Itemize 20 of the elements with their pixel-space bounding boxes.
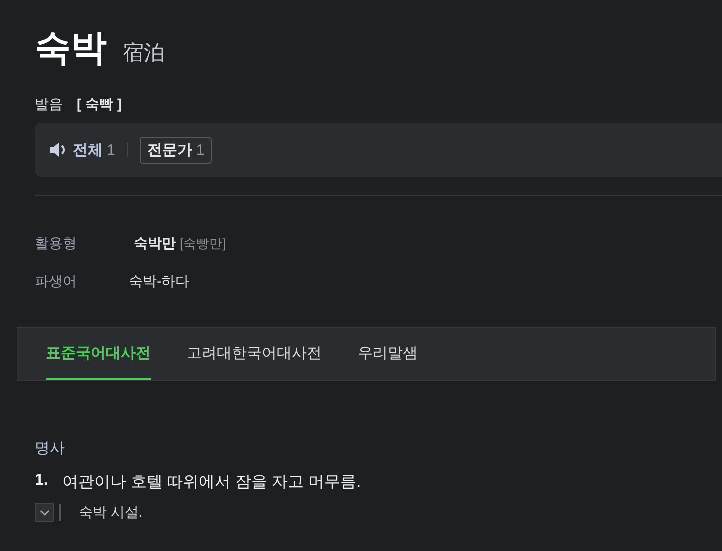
- sense-number: 1.: [35, 472, 48, 491]
- play-all-button[interactable]: 전체 1: [49, 140, 116, 160]
- headword: 숙박: [35, 26, 107, 70]
- dictionary-tab[interactable]: 고려대한국어대사전: [187, 328, 322, 380]
- pronunciation: [ 숙빡 ]: [77, 96, 122, 114]
- example-sentence: 숙박 시설.: [79, 504, 143, 522]
- form-value[interactable]: 숙박만: [134, 235, 176, 253]
- chevron-icon: [40, 510, 50, 516]
- dictionary-tab[interactable]: 우리말샘: [358, 328, 418, 380]
- part-of-speech: 명사: [35, 439, 66, 458]
- hanja: 宿泊: [123, 41, 165, 67]
- form-label: 활용형: [35, 235, 78, 253]
- dictionary-tab[interactable]: 표준국어대사전: [46, 328, 151, 380]
- expand-toggle[interactable]: [35, 503, 54, 522]
- form-label: 파생어: [35, 273, 78, 291]
- expert-button[interactable]: 전문가 1: [140, 136, 212, 164]
- pronunciation-label: 발음: [35, 96, 63, 114]
- form-pronunciation: [숙빵만]: [180, 235, 226, 253]
- definition: 여관이나 호텔 따위에서 잠을 자고 머무름.: [62, 473, 362, 493]
- form-value[interactable]: 숙박-하다: [129, 273, 190, 291]
